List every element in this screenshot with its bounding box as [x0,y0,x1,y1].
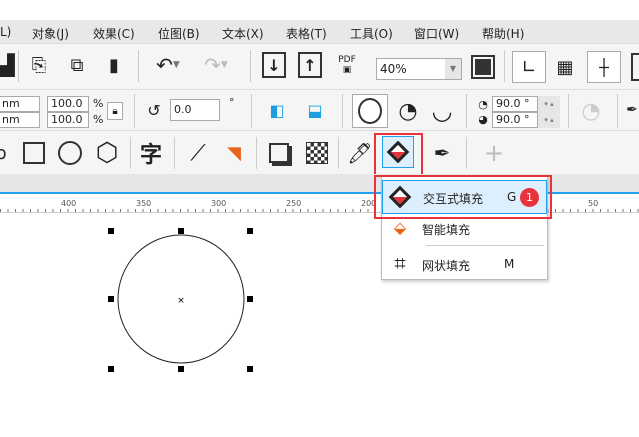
toolbox: ɒ ⬡ 字 ⟋ ◥ 🖊︎ ✒ + [0,131,639,179]
freehand-tool-icon[interactable]: ɒ [0,143,8,164]
menu-layout[interactable]: L) [0,25,11,39]
ellipse-mode-icon[interactable] [352,94,388,128]
ruler-tick: 250 [286,199,302,208]
highlight-box-menu-item [374,175,552,219]
change-direction-icon[interactable]: ◔ [576,98,606,124]
property-bar: nm nm 100.0 100.0 % % 🔒︎ ↺ 0.0 ° ◧ ⬓ ◔ ◡… [0,90,639,131]
text-tool-icon[interactable]: 字 [137,139,165,168]
rectangle-tool-icon[interactable] [20,139,48,167]
import-icon[interactable]: ↓ [262,52,286,78]
cut-icon[interactable]: ⎘ [27,53,51,77]
percent-label: % [93,113,104,126]
show-rulers-icon[interactable]: ∟ [512,51,546,83]
polygon-tool-icon[interactable]: ⬡ [93,138,121,168]
item-label: 智能填充 [422,223,471,237]
angle-spinner[interactable]: ▾ ▴ ▾ ▴ [538,96,560,128]
mirror-horizontal-icon[interactable]: ◧ [264,98,290,122]
outline-pen-tool-icon[interactable]: ✒ [428,139,456,167]
item-shortcut: M [504,257,515,271]
full-screen-icon[interactable] [470,54,496,80]
dimension-tool-icon[interactable]: ⟋ [184,139,212,167]
percent-label: % [93,97,104,110]
center-marker: × [177,296,185,306]
undo-icon[interactable]: ↶ ▼ [148,53,188,77]
add-tool-icon[interactable]: + [480,139,508,167]
menu-effects[interactable]: 效果(C) [93,25,135,42]
start-angle-icon: ◔ [478,97,488,111]
zoom-level-select[interactable]: 40% ▼ [376,58,462,80]
end-angle-field[interactable]: 90.0 ° [492,112,538,128]
options-icon[interactable] [631,53,639,81]
show-grid-icon[interactable]: ▦ [552,53,578,81]
smart-fill-icon: ⬙ [393,218,407,237]
pen-icon[interactable]: ✒ [625,100,639,120]
rotate-icon: ↺ [147,100,161,120]
mirror-vertical-icon[interactable]: ⬓ [302,98,328,122]
export-icon[interactable]: ↑ [298,52,322,78]
lock-ratio-icon[interactable]: 🔒︎ [107,102,123,120]
menu-bitmap[interactable]: 位图(B) [158,25,200,42]
mesh-fill-icon: ⌗ [394,251,406,275]
start-angle-field[interactable]: 90.0 ° [492,96,538,112]
eyedropper-tool-icon[interactable]: 🖊︎ [346,139,374,167]
menu-text[interactable]: 文本(X) [222,25,264,42]
drop-shadow-tool-icon[interactable] [265,139,293,167]
copy-icon[interactable]: ⧉ [65,53,89,77]
save-icon[interactable]: ▟ [0,52,15,78]
ellipse-tool-icon[interactable] [56,139,84,167]
width-field[interactable]: nm [0,96,40,112]
ruler-tick: 50 [588,199,599,208]
menu-bar: L) 对象(J) 效果(C) 位图(B) 文本(X) 表格(T) 工具(O) 窗… [0,20,639,44]
transparency-tool-icon[interactable] [303,139,331,167]
arc-mode-icon[interactable]: ◡ [428,96,456,126]
menu-tools[interactable]: 工具(O) [350,25,393,42]
publish-pdf-icon[interactable]: PDF ▣ [333,52,361,78]
end-angle-icon: ◕ [478,112,488,126]
menu-help[interactable]: 帮助(H) [482,25,524,42]
scale-x-field[interactable]: 100.0 [47,96,89,112]
item-label: 网状填充 [422,259,471,273]
rotation-field[interactable]: 0.0 [170,99,220,121]
standard-toolbar: ▟ ⎘ ⧉ ▮ ↶ ▼ ↷ ▼ ↓ ↑ PDF ▣ 40% ▼ ∟ ▦ ┼ [0,44,639,90]
title-bar [0,0,639,20]
scale-y-field[interactable]: 100.0 [47,112,89,128]
height-field[interactable]: nm [0,112,40,128]
ruler-tick: 400 [61,199,77,208]
pie-mode-icon[interactable]: ◔ [394,96,422,126]
menu-object[interactable]: 对象(J) [32,25,69,42]
highlight-box-tool [374,133,423,179]
menu-item-smart-fill[interactable]: ⬙ 智能填充 [382,214,547,248]
connector-tool-icon[interactable]: ◥ [220,139,248,167]
menu-table[interactable]: 表格(T) [286,25,327,42]
menu-item-mesh-fill[interactable]: ⌗ 网状填充 M [382,247,547,281]
redo-icon[interactable]: ↷ ▼ [196,53,236,77]
show-guidelines-icon[interactable]: ┼ [587,51,621,83]
paste-icon[interactable]: ▮ [102,53,126,77]
menu-window[interactable]: 窗口(W) [414,25,459,42]
ruler-tick: 350 [136,199,152,208]
ruler-tick: 300 [211,199,227,208]
menu-divider [426,245,544,246]
degree-label: ° [229,96,235,109]
